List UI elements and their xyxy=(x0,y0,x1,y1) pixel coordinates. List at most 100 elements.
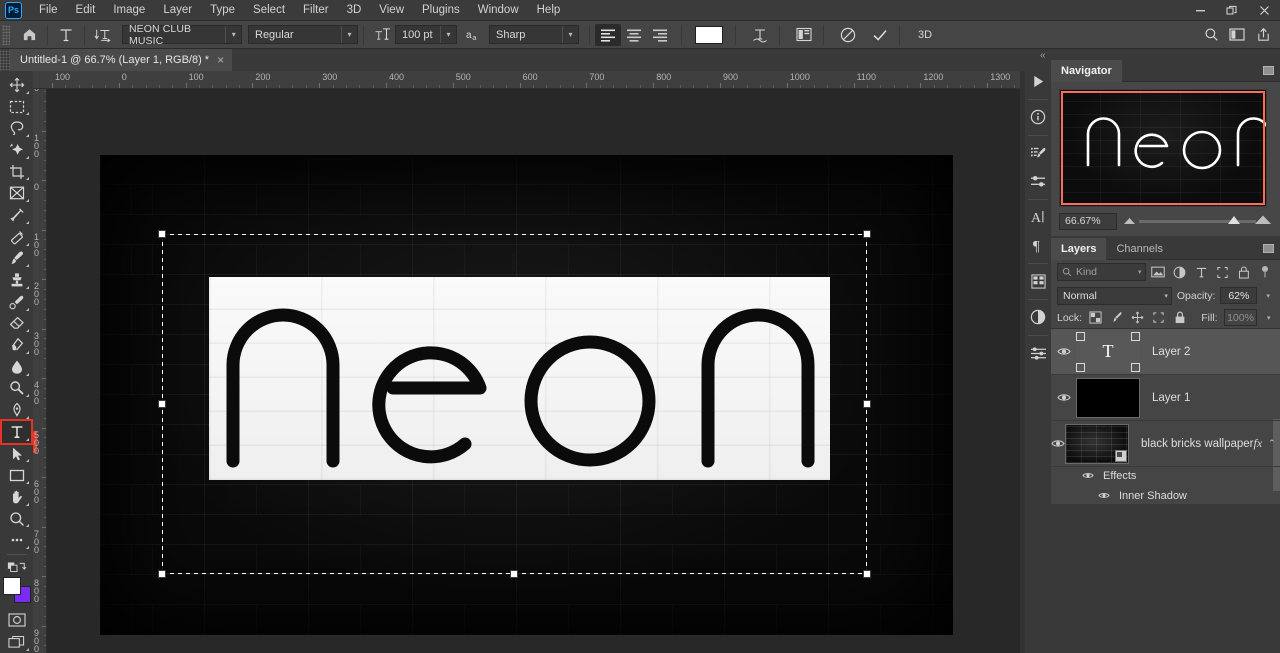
eraser-tool[interactable] xyxy=(2,313,31,335)
commit-icon[interactable] xyxy=(867,24,893,46)
properties-icon[interactable] xyxy=(1026,340,1050,366)
eyedropper-tool[interactable] xyxy=(2,204,31,226)
path-selection-tool[interactable] xyxy=(2,443,31,465)
effect-visibility-icon[interactable] xyxy=(1097,489,1111,503)
layer-thumbnail[interactable] xyxy=(1065,423,1129,464)
smart-object-filter-icon[interactable] xyxy=(1235,263,1252,281)
screen-mode-icon[interactable] xyxy=(2,631,31,653)
tab-channels[interactable]: Channels xyxy=(1106,238,1172,260)
dodge-tool[interactable] xyxy=(2,378,31,400)
text-orientation-icon[interactable] xyxy=(90,24,116,46)
table-row[interactable]: Layer 1 xyxy=(1051,375,1280,421)
menu-layer[interactable]: Layer xyxy=(154,1,201,19)
menu-file[interactable]: File xyxy=(30,1,67,19)
pen-tool[interactable] xyxy=(2,399,31,421)
foreground-color-swatch[interactable] xyxy=(2,577,21,596)
effects-visibility-icon[interactable] xyxy=(1081,469,1095,483)
filter-toggle-icon[interactable] xyxy=(1257,263,1274,281)
workspace-layout-icon[interactable] xyxy=(1224,24,1250,46)
align-right-icon[interactable] xyxy=(647,24,673,46)
font-size-select[interactable]: 100 pt ▾ xyxy=(395,25,457,44)
adjustments-icon[interactable] xyxy=(1026,168,1050,194)
move-tool[interactable] xyxy=(2,74,31,96)
effects-group-row[interactable]: Effects xyxy=(1051,467,1280,484)
restore-icon[interactable] xyxy=(1216,0,1248,21)
share-icon[interactable] xyxy=(1250,24,1276,46)
chevron-down-icon[interactable]: ▾ xyxy=(1164,292,1168,300)
menu-3d[interactable]: 3D xyxy=(338,1,371,19)
rectangle-tool[interactable] xyxy=(2,464,31,486)
anti-aliasing-select[interactable]: Sharp ▾ xyxy=(489,25,579,44)
layer-visibility-icon[interactable] xyxy=(1051,438,1065,449)
menu-window[interactable]: Window xyxy=(469,1,528,19)
shape-layers-filter-icon[interactable] xyxy=(1214,263,1231,281)
paragraph-icon[interactable]: ¶ xyxy=(1026,232,1050,258)
layer-name[interactable]: Layer 1 xyxy=(1152,392,1280,404)
close-icon[interactable]: × xyxy=(217,53,224,67)
document-canvas[interactable] xyxy=(100,155,953,635)
chevron-down-icon[interactable]: ▾ xyxy=(1262,292,1274,300)
adjustment-layer-icon[interactable] xyxy=(1026,304,1050,330)
close-icon[interactable] xyxy=(1248,0,1280,21)
tab-navigator[interactable]: Navigator xyxy=(1051,59,1122,82)
options-bar-grip[interactable] xyxy=(2,24,10,45)
lasso-tool[interactable] xyxy=(2,117,31,139)
info-icon[interactable] xyxy=(1026,104,1050,130)
font-style-select[interactable]: Regular ▾ xyxy=(248,25,358,44)
hand-tool[interactable] xyxy=(2,486,31,508)
menu-filter[interactable]: Filter xyxy=(294,1,338,19)
zoom-in-icon[interactable] xyxy=(1254,212,1272,230)
type-tool-icon[interactable] xyxy=(53,24,79,46)
navigator-thumbnail[interactable] xyxy=(1059,89,1267,207)
chevron-down-icon[interactable]: ▾ xyxy=(341,26,357,43)
gradient-tool[interactable] xyxy=(2,334,31,356)
zoom-tool[interactable] xyxy=(2,508,31,530)
menu-edit[interactable]: Edit xyxy=(67,1,105,19)
edit-toolbar[interactable] xyxy=(2,529,31,551)
minimize-icon[interactable] xyxy=(1184,0,1216,21)
menu-image[interactable]: Image xyxy=(104,1,154,19)
color-swatches[interactable] xyxy=(2,577,31,604)
layer-effects-icon[interactable]: fx xyxy=(1254,436,1263,451)
tab-layers[interactable]: Layers xyxy=(1051,237,1107,260)
frame-tool[interactable] xyxy=(2,182,31,204)
navigator-zoom-value[interactable]: 66.67% xyxy=(1059,212,1117,230)
canvas-stage[interactable] xyxy=(47,89,1020,653)
quick-mask-icon[interactable] xyxy=(2,609,31,631)
lock-artboard-nesting-icon[interactable] xyxy=(1151,310,1166,326)
chevron-down-icon[interactable]: ▾ xyxy=(1263,314,1274,322)
layer-visibility-icon[interactable] xyxy=(1051,392,1076,403)
layer-name[interactable]: black bricks wallpaper xyxy=(1141,438,1254,450)
list-item[interactable]: Inner Shadow xyxy=(1051,487,1280,504)
type-layers-filter-icon[interactable] xyxy=(1192,263,1209,281)
text-color-swatch[interactable] xyxy=(695,25,723,44)
warp-text-icon[interactable] xyxy=(747,24,773,46)
blur-tool[interactable] xyxy=(2,356,31,378)
character-icon[interactable]: A xyxy=(1026,204,1050,230)
patterns-icon[interactable] xyxy=(1026,268,1050,294)
tab-strip-grip[interactable] xyxy=(0,49,10,71)
spot-healing-brush-tool[interactable] xyxy=(2,226,31,248)
font-family-select[interactable]: NEON CLUB MUSIC ▾ xyxy=(122,23,242,47)
align-left-icon[interactable] xyxy=(595,23,621,46)
crop-tool[interactable] xyxy=(2,161,31,183)
clone-stamp-tool[interactable] xyxy=(2,269,31,291)
default-colors-icon[interactable] xyxy=(2,558,31,575)
document-tab[interactable]: Untitled-1 @ 66.7% (Layer 1, RGB/8) * × xyxy=(10,49,233,71)
layer-visibility-icon[interactable] xyxy=(1051,346,1076,357)
blend-mode-select[interactable]: Normal ▾ xyxy=(1057,286,1172,305)
layer-name[interactable]: Layer 2 xyxy=(1152,346,1280,358)
chevron-down-icon[interactable]: ▾ xyxy=(562,26,578,43)
brush-tool[interactable] xyxy=(2,248,31,270)
lock-position-icon[interactable] xyxy=(1130,310,1145,326)
rectangular-marquee-tool[interactable] xyxy=(2,96,31,118)
chevron-down-icon[interactable]: ▾ xyxy=(1138,268,1142,276)
search-icon[interactable] xyxy=(1198,24,1224,46)
layer-filter-kind-select[interactable]: Kind ▾ xyxy=(1057,263,1146,281)
chevron-up-icon[interactable]: ⌃ xyxy=(1268,438,1276,449)
opacity-value[interactable]: 62% xyxy=(1220,287,1258,304)
chevron-down-icon[interactable]: ▾ xyxy=(440,26,456,43)
pixel-layers-filter-icon[interactable] xyxy=(1150,263,1167,281)
object-selection-tool[interactable] xyxy=(2,139,31,161)
layer-thumbnail[interactable]: T xyxy=(1076,331,1140,372)
